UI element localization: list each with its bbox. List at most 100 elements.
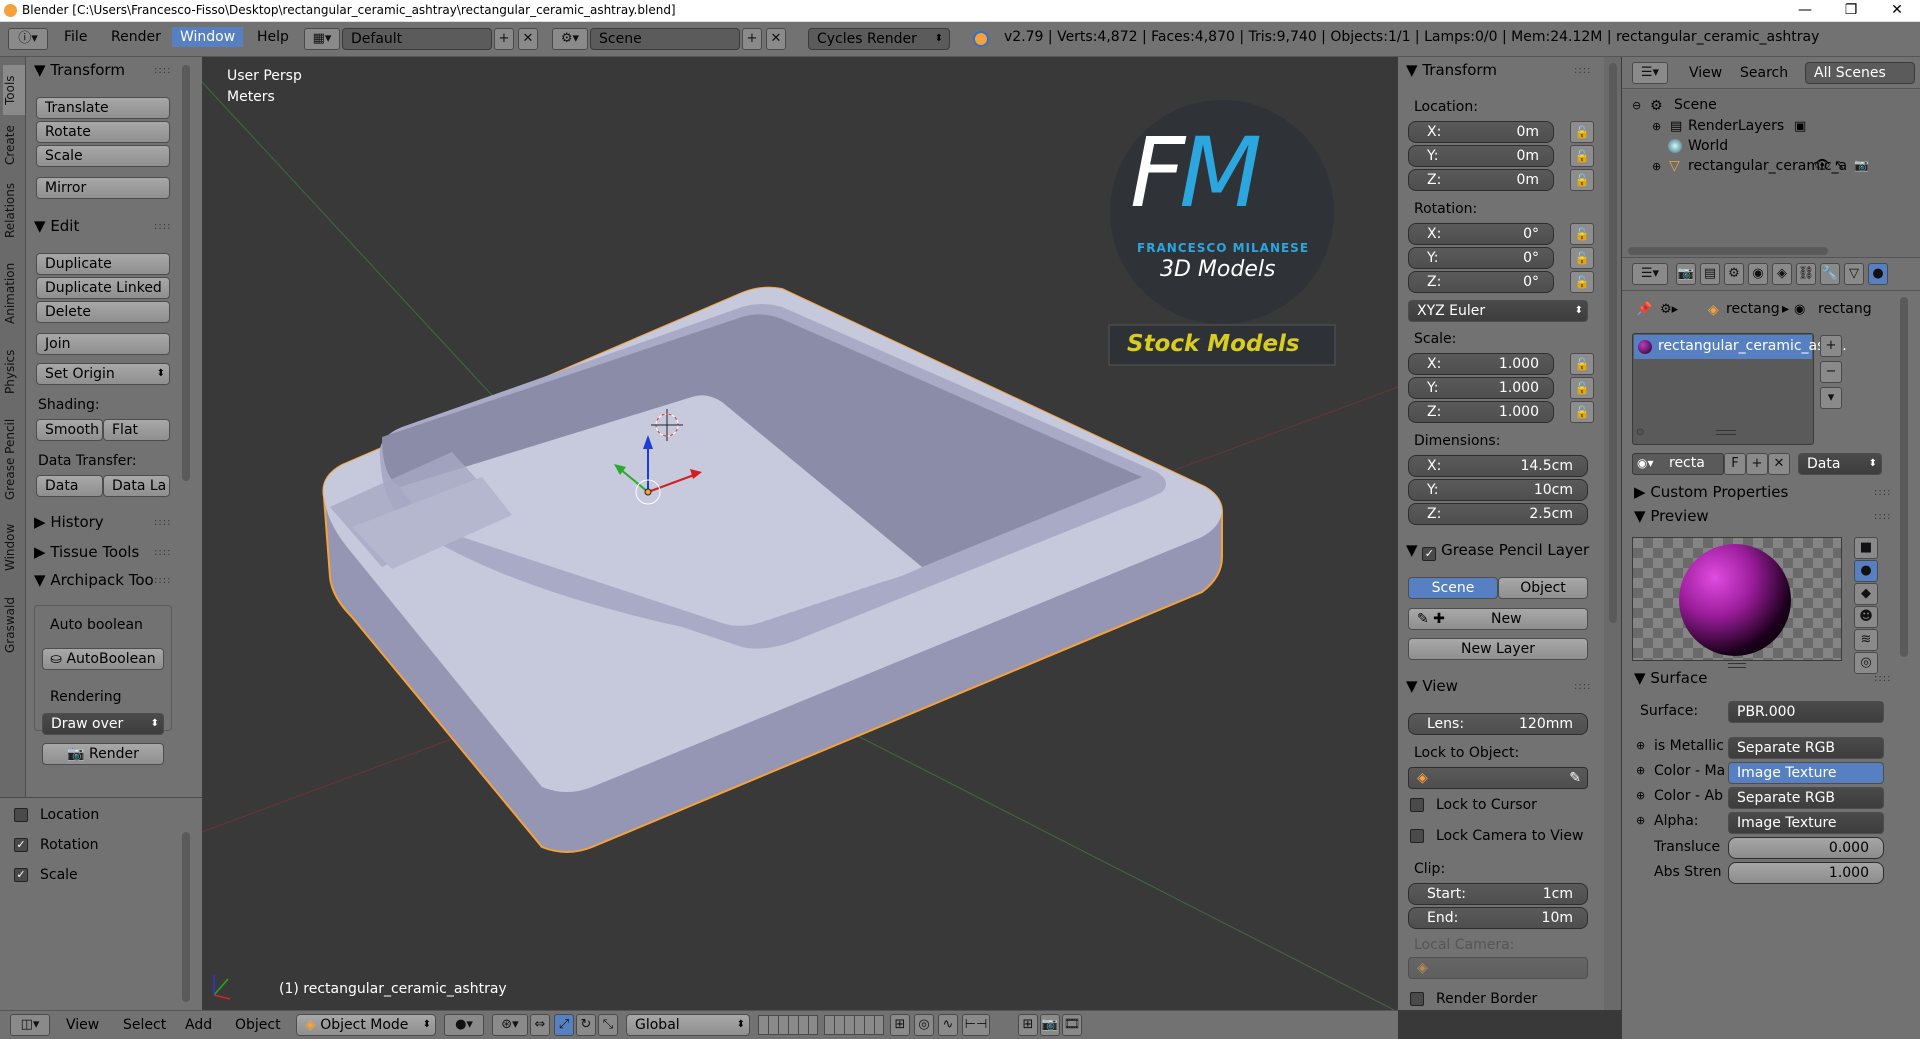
- render-anim-icon[interactable]: 🎞: [1062, 1014, 1082, 1036]
- render-still-icon[interactable]: 📷: [1040, 1014, 1060, 1036]
- archipack-header[interactable]: ▼ Archipack Too: [34, 571, 154, 589]
- remove-scene-icon[interactable]: ✕: [766, 28, 786, 50]
- tab-relations[interactable]: Relations: [3, 175, 25, 245]
- render-button[interactable]: 📷 Render: [42, 743, 164, 765]
- constraints-tab-icon[interactable]: ⛓: [1796, 263, 1816, 285]
- scene-icon[interactable]: ⚙▾: [552, 28, 588, 50]
- outliner-filter-dropdown[interactable]: All Scenes: [1805, 62, 1915, 84]
- falloff-icon[interactable]: ∿: [938, 1014, 958, 1036]
- outliner-editor-icon[interactable]: ☰▾: [1632, 62, 1668, 84]
- scale-checkbox[interactable]: ✓: [14, 868, 28, 882]
- 3d-viewport[interactable]: User Persp Meters (1) rectangular_cerami…: [202, 57, 1398, 1010]
- n-panel-scrollbar[interactable]: [1609, 63, 1617, 623]
- lock-icon[interactable]: 🔓: [1570, 223, 1594, 245]
- tab-grease-pencil[interactable]: Grease Pencil: [3, 409, 25, 509]
- socket-expand-icon[interactable]: ⊕: [1636, 739, 1645, 752]
- rotate-button[interactable]: Rotate: [36, 121, 170, 143]
- lock-cursor-checkbox[interactable]: [1410, 798, 1424, 812]
- preview-flat-icon[interactable]: ■: [1854, 537, 1878, 559]
- location-y-field[interactable]: Y: 0m: [1408, 145, 1554, 167]
- layers-tab-icon[interactable]: ▤: [1700, 263, 1720, 285]
- drag-handle-icon[interactable]: ::::: [154, 575, 171, 586]
- outliner-hscrollbar[interactable]: [1628, 247, 1828, 255]
- menu-view[interactable]: View: [66, 1017, 99, 1033]
- dimension-y-field[interactable]: Y: 10cm: [1408, 479, 1588, 501]
- render-tab-icon[interactable]: 📷: [1676, 263, 1696, 285]
- tab-create[interactable]: Create: [3, 119, 25, 171]
- drag-handle-icon[interactable]: ::::: [154, 65, 171, 76]
- menu-object[interactable]: Object: [235, 1017, 281, 1033]
- translate-manipulator-icon[interactable]: ⤢: [554, 1014, 574, 1036]
- outliner-renderlayers[interactable]: RenderLayers: [1688, 118, 1784, 134]
- layout-selector[interactable]: Default: [342, 28, 492, 50]
- draw-over-dropdown[interactable]: Draw over ⬍: [42, 713, 164, 735]
- expand-icon[interactable]: ⊕: [1652, 160, 1661, 173]
- abs-strength-field[interactable]: 1.000: [1728, 862, 1884, 884]
- minimize-button[interactable]: —: [1782, 0, 1828, 22]
- expand-icon[interactable]: ⊕: [1652, 120, 1661, 133]
- color-albedo-input[interactable]: Separate RGB: [1728, 787, 1884, 809]
- material-slot-selected[interactable]: rectangular_ceramic_ash...: [1634, 335, 1847, 359]
- add-scene-icon[interactable]: +: [742, 28, 762, 50]
- local-camera-field[interactable]: ◈: [1408, 957, 1588, 979]
- drag-handle-icon[interactable]: ::::: [1574, 65, 1591, 76]
- add-layout-icon[interactable]: +: [494, 28, 514, 50]
- custom-props-header[interactable]: ▶ Custom Properties: [1634, 483, 1788, 501]
- gp-scene-button[interactable]: Scene: [1408, 577, 1498, 599]
- preview-hair-icon[interactable]: ≋: [1854, 629, 1878, 651]
- drag-handle-icon[interactable]: ::::: [1874, 487, 1891, 498]
- object-tab-icon[interactable]: ◈: [1772, 263, 1792, 285]
- add-slot-icon[interactable]: +: [1820, 335, 1842, 357]
- render-border-checkbox[interactable]: [1410, 992, 1424, 1006]
- clip-start-field[interactable]: Start: 1cm: [1408, 883, 1588, 905]
- drag-handle-icon[interactable]: ::::: [1874, 673, 1891, 684]
- crumb-material[interactable]: rectang: [1818, 301, 1872, 317]
- visibility-eye-icon[interactable]: 👁: [1814, 158, 1831, 173]
- lock-layers-icon[interactable]: ⊞: [890, 1014, 910, 1036]
- crumb-object[interactable]: rectang: [1726, 301, 1780, 317]
- operator-scrollbar[interactable]: [182, 832, 190, 1002]
- delete-button[interactable]: Delete: [36, 301, 170, 323]
- preview-header[interactable]: ▼ Preview: [1634, 507, 1709, 525]
- rotate-manipulator-icon[interactable]: ↻: [576, 1014, 596, 1036]
- scene-tab-icon[interactable]: ⚙: [1724, 263, 1744, 285]
- socket-expand-icon[interactable]: ⊕: [1636, 814, 1645, 827]
- grease-pencil-header[interactable]: ▼ ✓ Grease Pencil Layer: [1406, 541, 1589, 561]
- lock-icon[interactable]: 🔓: [1570, 353, 1594, 375]
- unlink-material-icon[interactable]: ✕: [1768, 453, 1790, 475]
- collapse-icon[interactable]: ⊖: [1632, 99, 1641, 112]
- data-transfer-button[interactable]: Data: [36, 475, 103, 497]
- drag-handle-icon[interactable]: ::::: [154, 517, 171, 528]
- transform-panel-header[interactable]: ▼ Transform: [34, 61, 125, 79]
- tab-graswald[interactable]: Graswald: [3, 585, 25, 665]
- grease-pencil-checkbox[interactable]: ✓: [1422, 547, 1437, 561]
- material-tab-icon[interactable]: ●: [1868, 263, 1888, 285]
- rotation-checkbox[interactable]: ✓: [14, 838, 28, 852]
- tab-window[interactable]: Window: [3, 515, 25, 579]
- preview-monkey-icon[interactable]: ☻: [1854, 606, 1878, 628]
- drag-handle-icon[interactable]: ::::: [154, 547, 171, 558]
- socket-expand-icon[interactable]: ⊕: [1636, 789, 1645, 802]
- rotation-y-field[interactable]: Y: 0°: [1408, 247, 1554, 269]
- fake-user-button[interactable]: F: [1724, 453, 1746, 475]
- tab-physics[interactable]: Physics: [3, 341, 25, 403]
- preview-cube-icon[interactable]: ◆: [1854, 583, 1878, 605]
- viewport-shading-icon[interactable]: ●▾: [444, 1014, 484, 1036]
- proportional-edit-icon[interactable]: ◎: [914, 1014, 934, 1036]
- outliner-view-menu[interactable]: View: [1689, 65, 1722, 81]
- menu-file[interactable]: File: [64, 29, 87, 45]
- manipulator-toggle-icon[interactable]: ⇔: [530, 1014, 550, 1036]
- history-panel-header[interactable]: ▶ History: [34, 513, 104, 531]
- data-layout-button[interactable]: Data La: [103, 475, 170, 497]
- lock-icon[interactable]: 🔓: [1570, 401, 1594, 423]
- renderlayer-toggle-icon[interactable]: ▣: [1794, 119, 1806, 134]
- outliner-search-menu[interactable]: Search: [1740, 65, 1788, 81]
- list-resize-handle[interactable]: [1716, 430, 1736, 435]
- editor-type-3dview-icon[interactable]: ◫▾: [10, 1014, 50, 1036]
- duplicate-button[interactable]: Duplicate: [36, 253, 170, 275]
- lock-camera-checkbox[interactable]: [1410, 829, 1424, 843]
- editor-type-info-icon[interactable]: ⓘ▾: [8, 28, 48, 50]
- autoboolean-button[interactable]: ⛀ AutoBoolean: [42, 648, 164, 670]
- gp-new-layer-button[interactable]: New Layer: [1408, 638, 1588, 660]
- tissue-tools-header[interactable]: ▶ Tissue Tools: [34, 543, 139, 561]
